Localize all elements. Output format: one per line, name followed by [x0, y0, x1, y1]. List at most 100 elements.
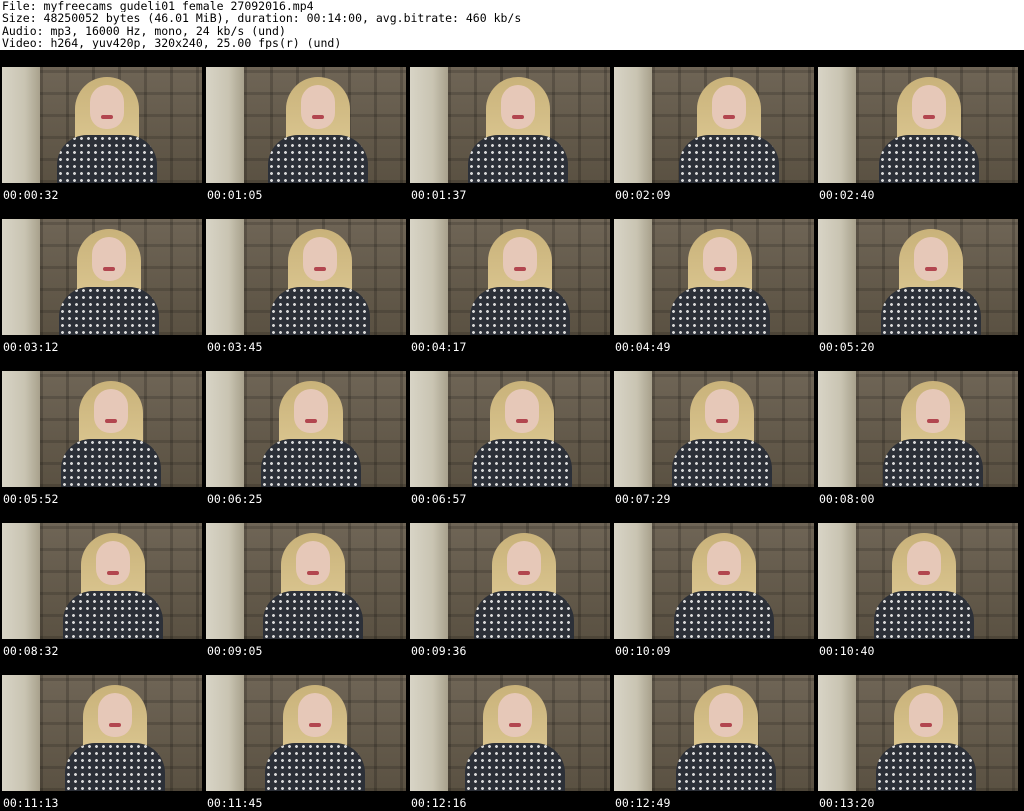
thumbnail-cell: 00:02:40: [816, 50, 1020, 202]
frame-wall-background: [818, 371, 856, 487]
thumbnail-timestamp: 00:08:32: [3, 644, 59, 658]
frame-wall-background: [206, 523, 244, 639]
frame-person-face: [92, 237, 126, 281]
video-frame-thumbnail: [410, 371, 610, 487]
frame-person-shirt: [61, 439, 161, 487]
frame-wall-background: [410, 523, 448, 639]
thumbnail-timestamp: 00:09:36: [411, 644, 467, 658]
frame-wall-background: [2, 371, 40, 487]
video-frame-thumbnail: [614, 675, 814, 791]
frame-person-lips: [512, 115, 524, 119]
frame-wall-background: [818, 67, 856, 183]
thumbnail-timestamp: 00:02:09: [615, 188, 671, 202]
frame-person-shirt: [265, 743, 365, 791]
frame-wall-background: [410, 675, 448, 791]
thumbnail-timestamp: 00:04:49: [615, 340, 671, 354]
frame-person-lips: [307, 571, 319, 575]
frame-wall-background: [410, 67, 448, 183]
frame-wall-background: [2, 219, 40, 335]
frame-person-shirt: [470, 287, 570, 335]
frame-person-face: [914, 237, 948, 281]
thumbnail-cell: 00:05:20: [816, 202, 1020, 354]
frame-person-shirt: [676, 743, 776, 791]
thumbnail-timestamp: 00:11:45: [207, 796, 263, 810]
frame-person-face: [498, 693, 532, 737]
video-frame-thumbnail: [818, 675, 1018, 791]
frame-person-face: [296, 541, 330, 585]
frame-person-face: [707, 541, 741, 585]
thumbnail-cell: 00:06:25: [204, 354, 408, 506]
frame-person-face: [96, 541, 130, 585]
frame-person-shirt: [263, 591, 363, 639]
thumbnail-timestamp: 00:03:12: [3, 340, 59, 354]
frame-wall-background: [206, 219, 244, 335]
thumbnail-timestamp: 00:07:29: [615, 492, 671, 506]
frame-wall-background: [206, 371, 244, 487]
video-frame-thumbnail: [206, 67, 406, 183]
frame-person-lips: [516, 419, 528, 423]
video-frame-thumbnail: [818, 219, 1018, 335]
frame-person-shirt: [874, 591, 974, 639]
thumbnail-cell: 00:04:49: [612, 202, 816, 354]
frame-person-face: [912, 85, 946, 129]
video-frame-thumbnail: [410, 523, 610, 639]
thumbnail-timestamp: 00:10:09: [615, 644, 671, 658]
frame-person-lips: [314, 267, 326, 271]
frame-person-lips: [514, 267, 526, 271]
frame-person-lips: [925, 267, 937, 271]
thumbnail-timestamp: 00:04:17: [411, 340, 467, 354]
frame-person-shirt: [268, 135, 368, 183]
frame-person-shirt: [876, 743, 976, 791]
frame-person-face: [503, 237, 537, 281]
frame-person-shirt: [261, 439, 361, 487]
thumbnail-cell: 00:12:16: [408, 658, 612, 810]
frame-person-lips: [509, 723, 521, 727]
thumbnail-timestamp: 00:13:20: [819, 796, 875, 810]
frame-person-face: [294, 389, 328, 433]
frame-person-shirt: [474, 591, 574, 639]
frame-person-lips: [927, 419, 939, 423]
thumbnail-timestamp: 00:12:16: [411, 796, 467, 810]
frame-person-shirt: [883, 439, 983, 487]
frame-person-face: [909, 693, 943, 737]
video-frame-thumbnail: [206, 371, 406, 487]
thumbnail-cell: 00:01:05: [204, 50, 408, 202]
file-name-line: File: myfreecams_gudeli01_female_2709201…: [2, 0, 314, 13]
thumbnail-timestamp: 00:05:52: [3, 492, 59, 506]
thumbnail-cell: 00:05:52: [0, 354, 204, 506]
thumbnail-cell: 00:07:29: [612, 354, 816, 506]
video-frame-thumbnail: [206, 523, 406, 639]
video-frame-thumbnail: [410, 67, 610, 183]
frame-person-shirt: [65, 743, 165, 791]
thumbnail-timestamp: 00:09:05: [207, 644, 263, 658]
video-frame-thumbnail: [818, 523, 1018, 639]
frame-wall-background: [410, 219, 448, 335]
frame-person-lips: [305, 419, 317, 423]
thumbnail-cell: 00:13:20: [816, 658, 1020, 810]
video-frame-thumbnail: [2, 219, 202, 335]
thumbnail-cell: 00:11:45: [204, 658, 408, 810]
video-frame-thumbnail: [206, 675, 406, 791]
frame-wall-background: [614, 219, 652, 335]
frame-person-face: [505, 389, 539, 433]
video-frame-thumbnail: [2, 67, 202, 183]
thumbnail-timestamp: 00:01:05: [207, 188, 263, 202]
video-frame-thumbnail: [2, 371, 202, 487]
frame-person-lips: [918, 571, 930, 575]
frame-wall-background: [410, 371, 448, 487]
frame-person-face: [98, 693, 132, 737]
frame-person-lips: [723, 115, 735, 119]
frame-wall-background: [818, 523, 856, 639]
frame-wall-background: [2, 523, 40, 639]
thumbnail-cell: 00:08:32: [0, 506, 204, 658]
video-frame-thumbnail: [614, 67, 814, 183]
frame-person-shirt: [468, 135, 568, 183]
frame-person-lips: [101, 115, 113, 119]
frame-person-lips: [920, 723, 932, 727]
frame-person-shirt: [881, 287, 981, 335]
frame-person-lips: [518, 571, 530, 575]
frame-wall-background: [614, 371, 652, 487]
thumbnail-cell: 00:00:32: [0, 50, 204, 202]
frame-wall-background: [614, 67, 652, 183]
video-frame-thumbnail: [410, 675, 610, 791]
